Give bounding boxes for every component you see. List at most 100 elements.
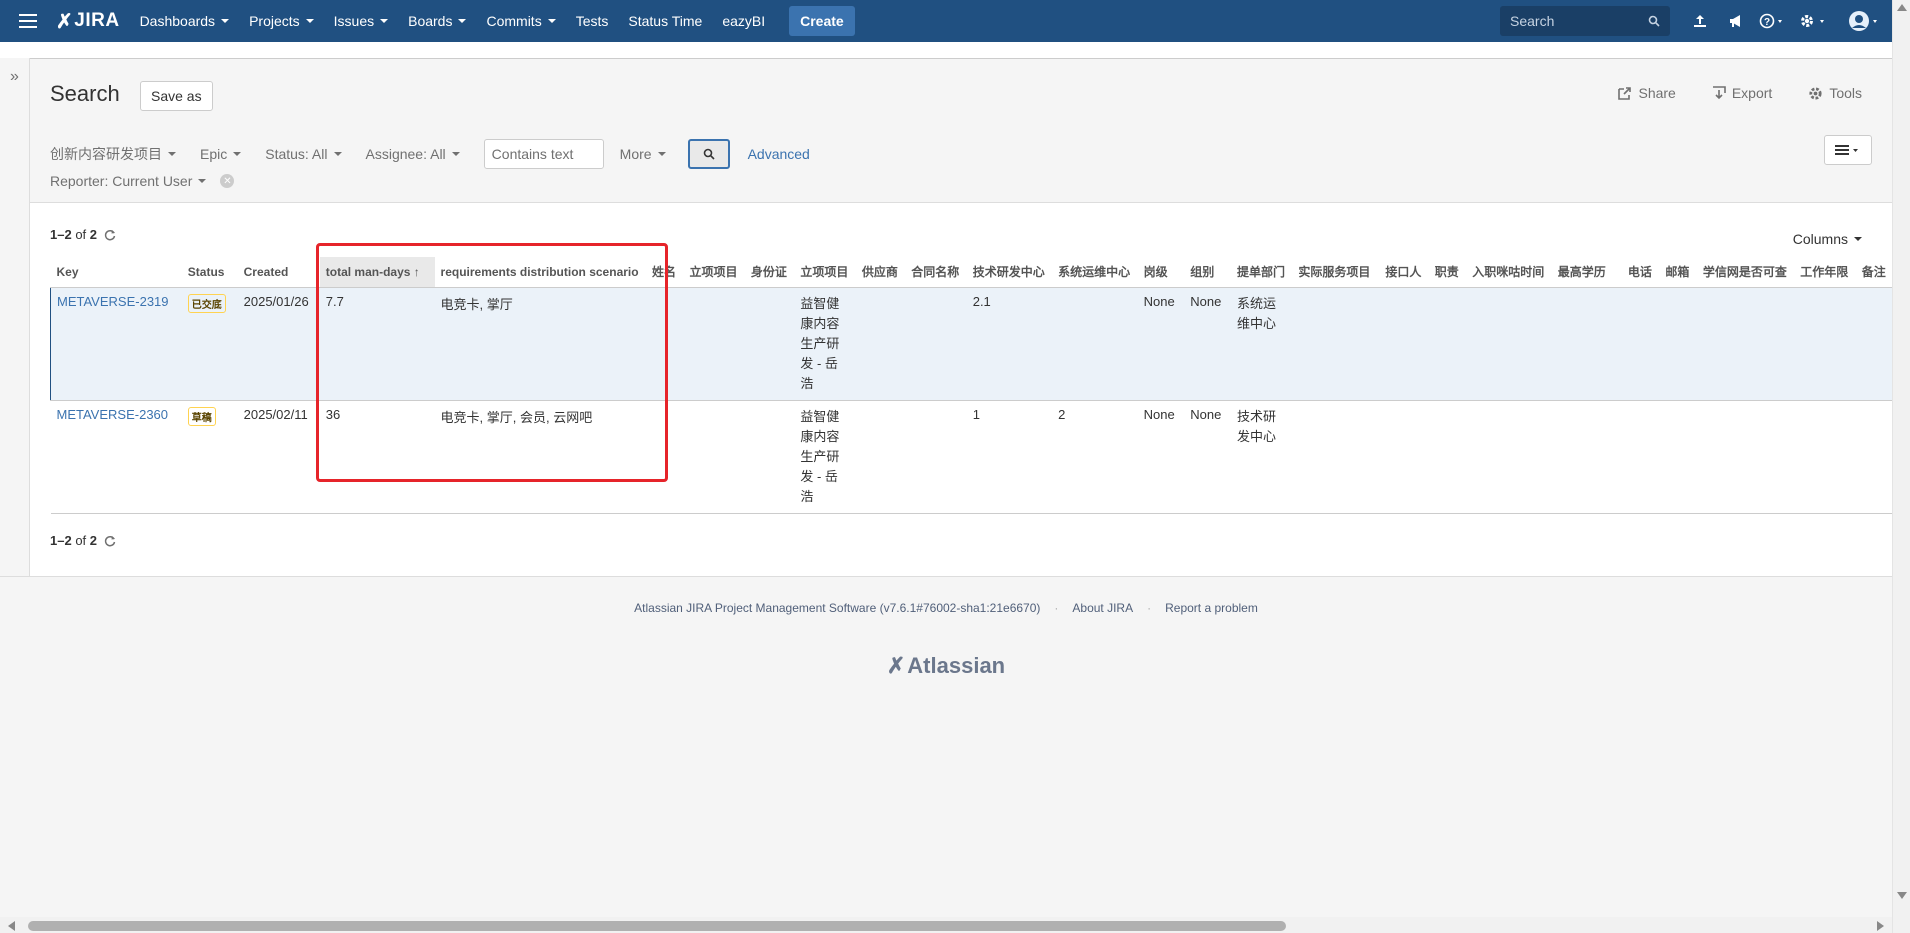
- nav-projects[interactable]: Projects: [249, 13, 314, 29]
- footer-links: Atlassian JIRA Project Management Softwa…: [0, 601, 1892, 615]
- chevron-down-icon: [168, 152, 176, 156]
- search-button[interactable]: [687, 139, 730, 169]
- layout-switcher-button[interactable]: [1824, 135, 1872, 165]
- refresh-icon[interactable]: [103, 228, 117, 242]
- column-header[interactable]: 入职咪咕时间: [1466, 257, 1552, 288]
- upload-icon[interactable]: [1682, 0, 1718, 42]
- scroll-down-arrow-icon[interactable]: [1897, 892, 1907, 899]
- more-filter[interactable]: More: [620, 146, 666, 162]
- about-jira-link[interactable]: About JIRA: [1072, 601, 1133, 615]
- quick-search-input[interactable]: Search: [1500, 6, 1670, 36]
- chevron-down-icon: [305, 19, 314, 23]
- column-header[interactable]: 接口人: [1379, 257, 1429, 288]
- column-header[interactable]: 供应商: [855, 257, 906, 288]
- user-avatar[interactable]: [1836, 0, 1892, 42]
- megaphone-icon[interactable]: [1718, 0, 1754, 42]
- column-header[interactable]: 学信网是否可查: [1696, 257, 1795, 288]
- created-value: 2025/01/26: [243, 293, 309, 309]
- table-cell: [1855, 287, 1892, 401]
- column-header[interactable]: 技术研发中心: [966, 257, 1053, 288]
- column-header[interactable]: 提单部门: [1230, 257, 1293, 288]
- status-filter[interactable]: Status: All: [265, 146, 342, 162]
- chevron-down-icon: [198, 179, 207, 183]
- clear-filter-icon[interactable]: ✕: [220, 174, 235, 188]
- column-header[interactable]: 电话: [1621, 257, 1660, 288]
- jira-logo[interactable]: ✗ JIRA: [56, 9, 120, 34]
- table-row[interactable]: METAVERSE-2319 已交底 2025/01/26 7.7 电竞卡, 掌厅 益智健…: [49, 287, 1892, 401]
- column-header[interactable]: Status: [181, 257, 238, 288]
- advanced-search-link[interactable]: Advanced: [748, 146, 810, 162]
- status-badge: 已交底: [187, 293, 226, 313]
- column-header[interactable]: 岗级: [1137, 257, 1185, 288]
- table-cell: [683, 287, 745, 401]
- column-header[interactable]: 工作年限: [1794, 257, 1856, 288]
- group-value: None: [1190, 293, 1222, 309]
- scroll-left-arrow-icon[interactable]: [8, 921, 15, 931]
- scroll-up-arrow-icon[interactable]: [1897, 4, 1907, 11]
- gear-icon[interactable]: [1790, 0, 1836, 42]
- nav-eazybi[interactable]: eazyBI: [722, 13, 765, 29]
- scroll-right-arrow-icon[interactable]: [1877, 921, 1884, 931]
- column-header[interactable]: 实际服务项目: [1292, 257, 1380, 288]
- table-cell: 2.1: [966, 287, 1053, 401]
- column-header[interactable]: 姓名: [646, 257, 684, 288]
- column-header[interactable]: 合同名称: [905, 257, 967, 288]
- save-as-button[interactable]: Save as: [140, 81, 213, 111]
- table-row[interactable]: METAVERSE-2360 草稿 2025/02/11 36 电竞卡, 掌厅, 会员,…: [50, 400, 1892, 514]
- column-header[interactable]: total man-days ↑: [319, 257, 435, 288]
- column-header[interactable]: 立项项目: [683, 257, 745, 288]
- horizontal-scrollbar[interactable]: [0, 917, 1892, 933]
- nav-tests[interactable]: Tests: [576, 13, 609, 29]
- table-cell: [1292, 287, 1380, 401]
- column-header[interactable]: 系统运维中心: [1052, 257, 1138, 288]
- table-cell: [1379, 400, 1429, 514]
- search-header: Search Save as Share Export Tools 创新内容研发…: [30, 58, 1892, 202]
- create-button[interactable]: Create: [789, 6, 855, 36]
- column-header[interactable]: 最高学历: [1551, 257, 1622, 288]
- column-header[interactable]: requirements distribution scenario: [434, 257, 646, 288]
- horizontal-scrollbar-thumb[interactable]: [28, 921, 1286, 931]
- reporter-filter[interactable]: Reporter: Current User ✕: [50, 173, 235, 189]
- column-header[interactable]: 备注: [1855, 257, 1892, 288]
- project-filter[interactable]: 创新内容研发项目: [50, 144, 176, 164]
- created-value: 2025/02/11: [243, 406, 308, 422]
- column-header[interactable]: 立项项目: [794, 257, 856, 288]
- column-header[interactable]: 职责: [1428, 257, 1467, 288]
- table-cell: [1696, 400, 1795, 514]
- column-header[interactable]: Created: [237, 257, 320, 288]
- table-cell: 系统运维中心: [1230, 287, 1293, 401]
- sidebar-expand-toggle[interactable]: »: [0, 58, 30, 577]
- table-cell: 2025/01/26: [237, 287, 320, 401]
- nav-issues[interactable]: Issues: [334, 13, 389, 29]
- epic-filter[interactable]: Epic: [200, 146, 242, 162]
- columns-button[interactable]: Columns: [1793, 231, 1862, 247]
- assignee-filter[interactable]: Assignee: All: [366, 146, 460, 162]
- report-problem-link[interactable]: Report a problem: [1165, 601, 1258, 615]
- column-header[interactable]: 身份证: [744, 257, 795, 288]
- export-button[interactable]: Export: [1712, 85, 1772, 101]
- issue-key-link[interactable]: METAVERSE-2319: [57, 294, 169, 309]
- refresh-icon[interactable]: [103, 534, 117, 548]
- table-cell: [1855, 400, 1892, 514]
- issue-key-link[interactable]: METAVERSE-2360: [57, 407, 169, 422]
- vertical-scrollbar[interactable]: [1892, 0, 1910, 933]
- column-header[interactable]: 邮箱: [1659, 257, 1697, 288]
- column-header[interactable]: Key: [50, 257, 182, 288]
- footer-separator: ·: [1147, 601, 1152, 615]
- top-navigation: ✗ JIRA Dashboards Projects Issues Boards…: [0, 0, 1892, 42]
- tools-button[interactable]: Tools: [1808, 85, 1862, 101]
- table-cell: 36: [319, 400, 435, 514]
- nav-dashboards[interactable]: Dashboards: [140, 13, 230, 29]
- column-header[interactable]: 组别: [1184, 257, 1231, 288]
- share-button[interactable]: Share: [1618, 85, 1676, 101]
- table-cell: METAVERSE-2360: [50, 400, 182, 514]
- nav-status-time[interactable]: Status Time: [628, 13, 702, 29]
- table-cell: 电竞卡, 掌厅: [434, 287, 646, 401]
- help-icon[interactable]: ?: [1754, 0, 1790, 42]
- app-switcher-menu-icon[interactable]: [0, 0, 56, 42]
- nav-boards[interactable]: Boards: [408, 13, 467, 29]
- ops-center-value: 2: [1058, 406, 1066, 422]
- nav-commits[interactable]: Commits: [486, 13, 556, 29]
- table-cell: [1292, 400, 1380, 514]
- text-search-input[interactable]: Contains text: [483, 139, 604, 169]
